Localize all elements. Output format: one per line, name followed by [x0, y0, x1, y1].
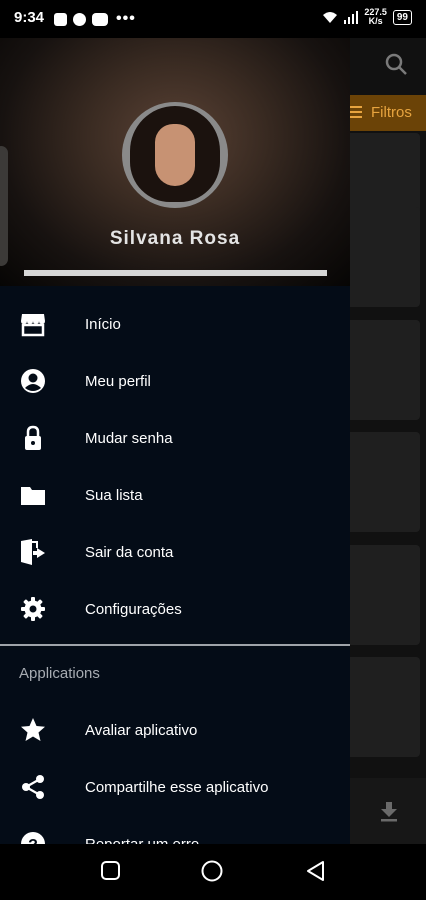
- menu-item-avaliar-aplicativo[interactable]: Avaliar aplicativo: [0, 702, 350, 759]
- menu-item-inicio[interactable]: Início: [0, 296, 350, 353]
- messenger-icon: [73, 12, 86, 26]
- exit-door-icon: [21, 539, 45, 565]
- menu-item-meu-perfil[interactable]: Meu perfil: [0, 353, 350, 410]
- network-speed: 227.5 K/s: [364, 8, 387, 26]
- user-name: Silvana Rosa: [109, 228, 241, 249]
- menu-item-compartilhe[interactable]: Compartilhe esse aplicativo: [0, 759, 350, 816]
- more-notifications-icon: •••: [116, 10, 136, 27]
- drawer-menu: Início Meu perfil Mudar senha Sua lista …: [0, 286, 350, 844]
- filter-label: Filtros: [371, 104, 412, 121]
- menu-item-label: Mudar senha: [85, 430, 173, 447]
- content-card[interactable]: [342, 545, 420, 645]
- download-icon[interactable]: [380, 802, 398, 822]
- lock-icon: [25, 425, 41, 450]
- content-card[interactable]: [342, 432, 420, 532]
- profile-progress-fill: [24, 270, 327, 276]
- menu-item-label: Sair da conta: [85, 544, 174, 561]
- system-nav-bar: [0, 844, 426, 900]
- drawer-header: Silvana Rosa: [0, 38, 350, 286]
- menu-item-sua-lista[interactable]: Sua lista: [0, 467, 350, 524]
- help-icon: ?: [21, 832, 45, 844]
- content-card[interactable]: [342, 207, 420, 307]
- menu-item-label: Reportar um erro: [85, 836, 199, 844]
- notification-icons: •••: [54, 10, 136, 28]
- menu-item-label: Início: [85, 316, 121, 333]
- wifi-icon: [323, 11, 338, 23]
- menu-item-sair-da-conta[interactable]: Sair da conta: [0, 524, 350, 581]
- menu-item-label: Compartilhe esse aplicativo: [85, 779, 269, 796]
- news-icon: [54, 12, 67, 26]
- menu-item-reportar-erro[interactable]: ? Reportar um erro: [0, 816, 350, 844]
- network-speed-unit: K/s: [368, 16, 383, 26]
- svg-text:?: ?: [28, 837, 38, 844]
- status-bar: 9:34 ••• 227.5 K/s 99: [0, 0, 426, 38]
- back-button[interactable]: [305, 860, 327, 882]
- menu-item-label: Meu perfil: [85, 373, 151, 390]
- profile-progress-bar: [24, 270, 327, 276]
- menu-item-label: Avaliar aplicativo: [85, 722, 198, 739]
- account-circle-icon: [21, 369, 45, 393]
- search-icon[interactable]: [384, 52, 408, 76]
- menu-item-mudar-senha[interactable]: Mudar senha: [0, 410, 350, 467]
- store-icon: [21, 314, 45, 337]
- gear-icon: [21, 597, 45, 621]
- section-title-applications: Applications: [19, 665, 100, 682]
- navigation-drawer: Silvana Rosa Início Meu perfil Mudar sen…: [0, 38, 350, 844]
- filter-icon: [350, 106, 362, 108]
- signal-icon: [344, 10, 359, 24]
- menu-item-label: Configurações: [85, 601, 182, 618]
- share-icon: [22, 775, 44, 799]
- folder-icon: [21, 487, 45, 505]
- home-button[interactable]: [201, 860, 223, 882]
- menu-item-configuracoes[interactable]: Configurações: [0, 581, 350, 638]
- content-card[interactable]: [342, 657, 420, 757]
- recents-button[interactable]: [100, 860, 122, 882]
- status-time: 9:34: [14, 9, 45, 26]
- youtube-icon: [92, 12, 108, 26]
- content-card[interactable]: [342, 320, 420, 420]
- battery-icon: 99: [392, 9, 412, 25]
- menu-item-label: Sua lista: [85, 487, 143, 504]
- star-icon: [21, 718, 45, 741]
- avatar[interactable]: [122, 102, 228, 208]
